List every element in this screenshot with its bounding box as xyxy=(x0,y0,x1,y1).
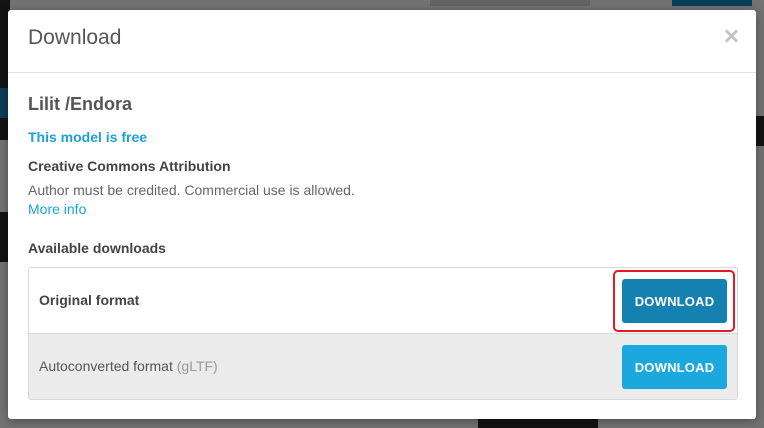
license-title: Creative Commons Attribution xyxy=(28,158,231,174)
modal-header: Download xyxy=(8,10,756,73)
free-note: This model is free xyxy=(28,129,148,145)
modal-title: Download xyxy=(28,26,122,49)
download-row-label: Original format xyxy=(39,292,140,308)
more-info-link[interactable]: More info xyxy=(28,201,86,217)
download-autoconverted-button[interactable]: DOWNLOAD xyxy=(622,345,727,389)
downloads-table: Original format DOWNLOAD Autoconverted f… xyxy=(28,267,738,400)
close-icon[interactable] xyxy=(724,29,738,43)
license-description: Author must be credited. Commercial use … xyxy=(28,182,355,198)
download-row-original: Original format DOWNLOAD xyxy=(29,268,737,334)
download-original-button[interactable]: DOWNLOAD xyxy=(622,279,727,323)
format-note: (gLTF) xyxy=(176,358,218,374)
download-row-label: Autoconverted format (gLTF) xyxy=(39,358,218,374)
download-row-autoconverted: Autoconverted format (gLTF) DOWNLOAD xyxy=(29,334,737,399)
downloads-title: Available downloads xyxy=(28,240,166,256)
download-modal: Download Lilit /Endora This model is fre… xyxy=(8,10,756,419)
model-name: Lilit /Endora xyxy=(28,94,133,114)
